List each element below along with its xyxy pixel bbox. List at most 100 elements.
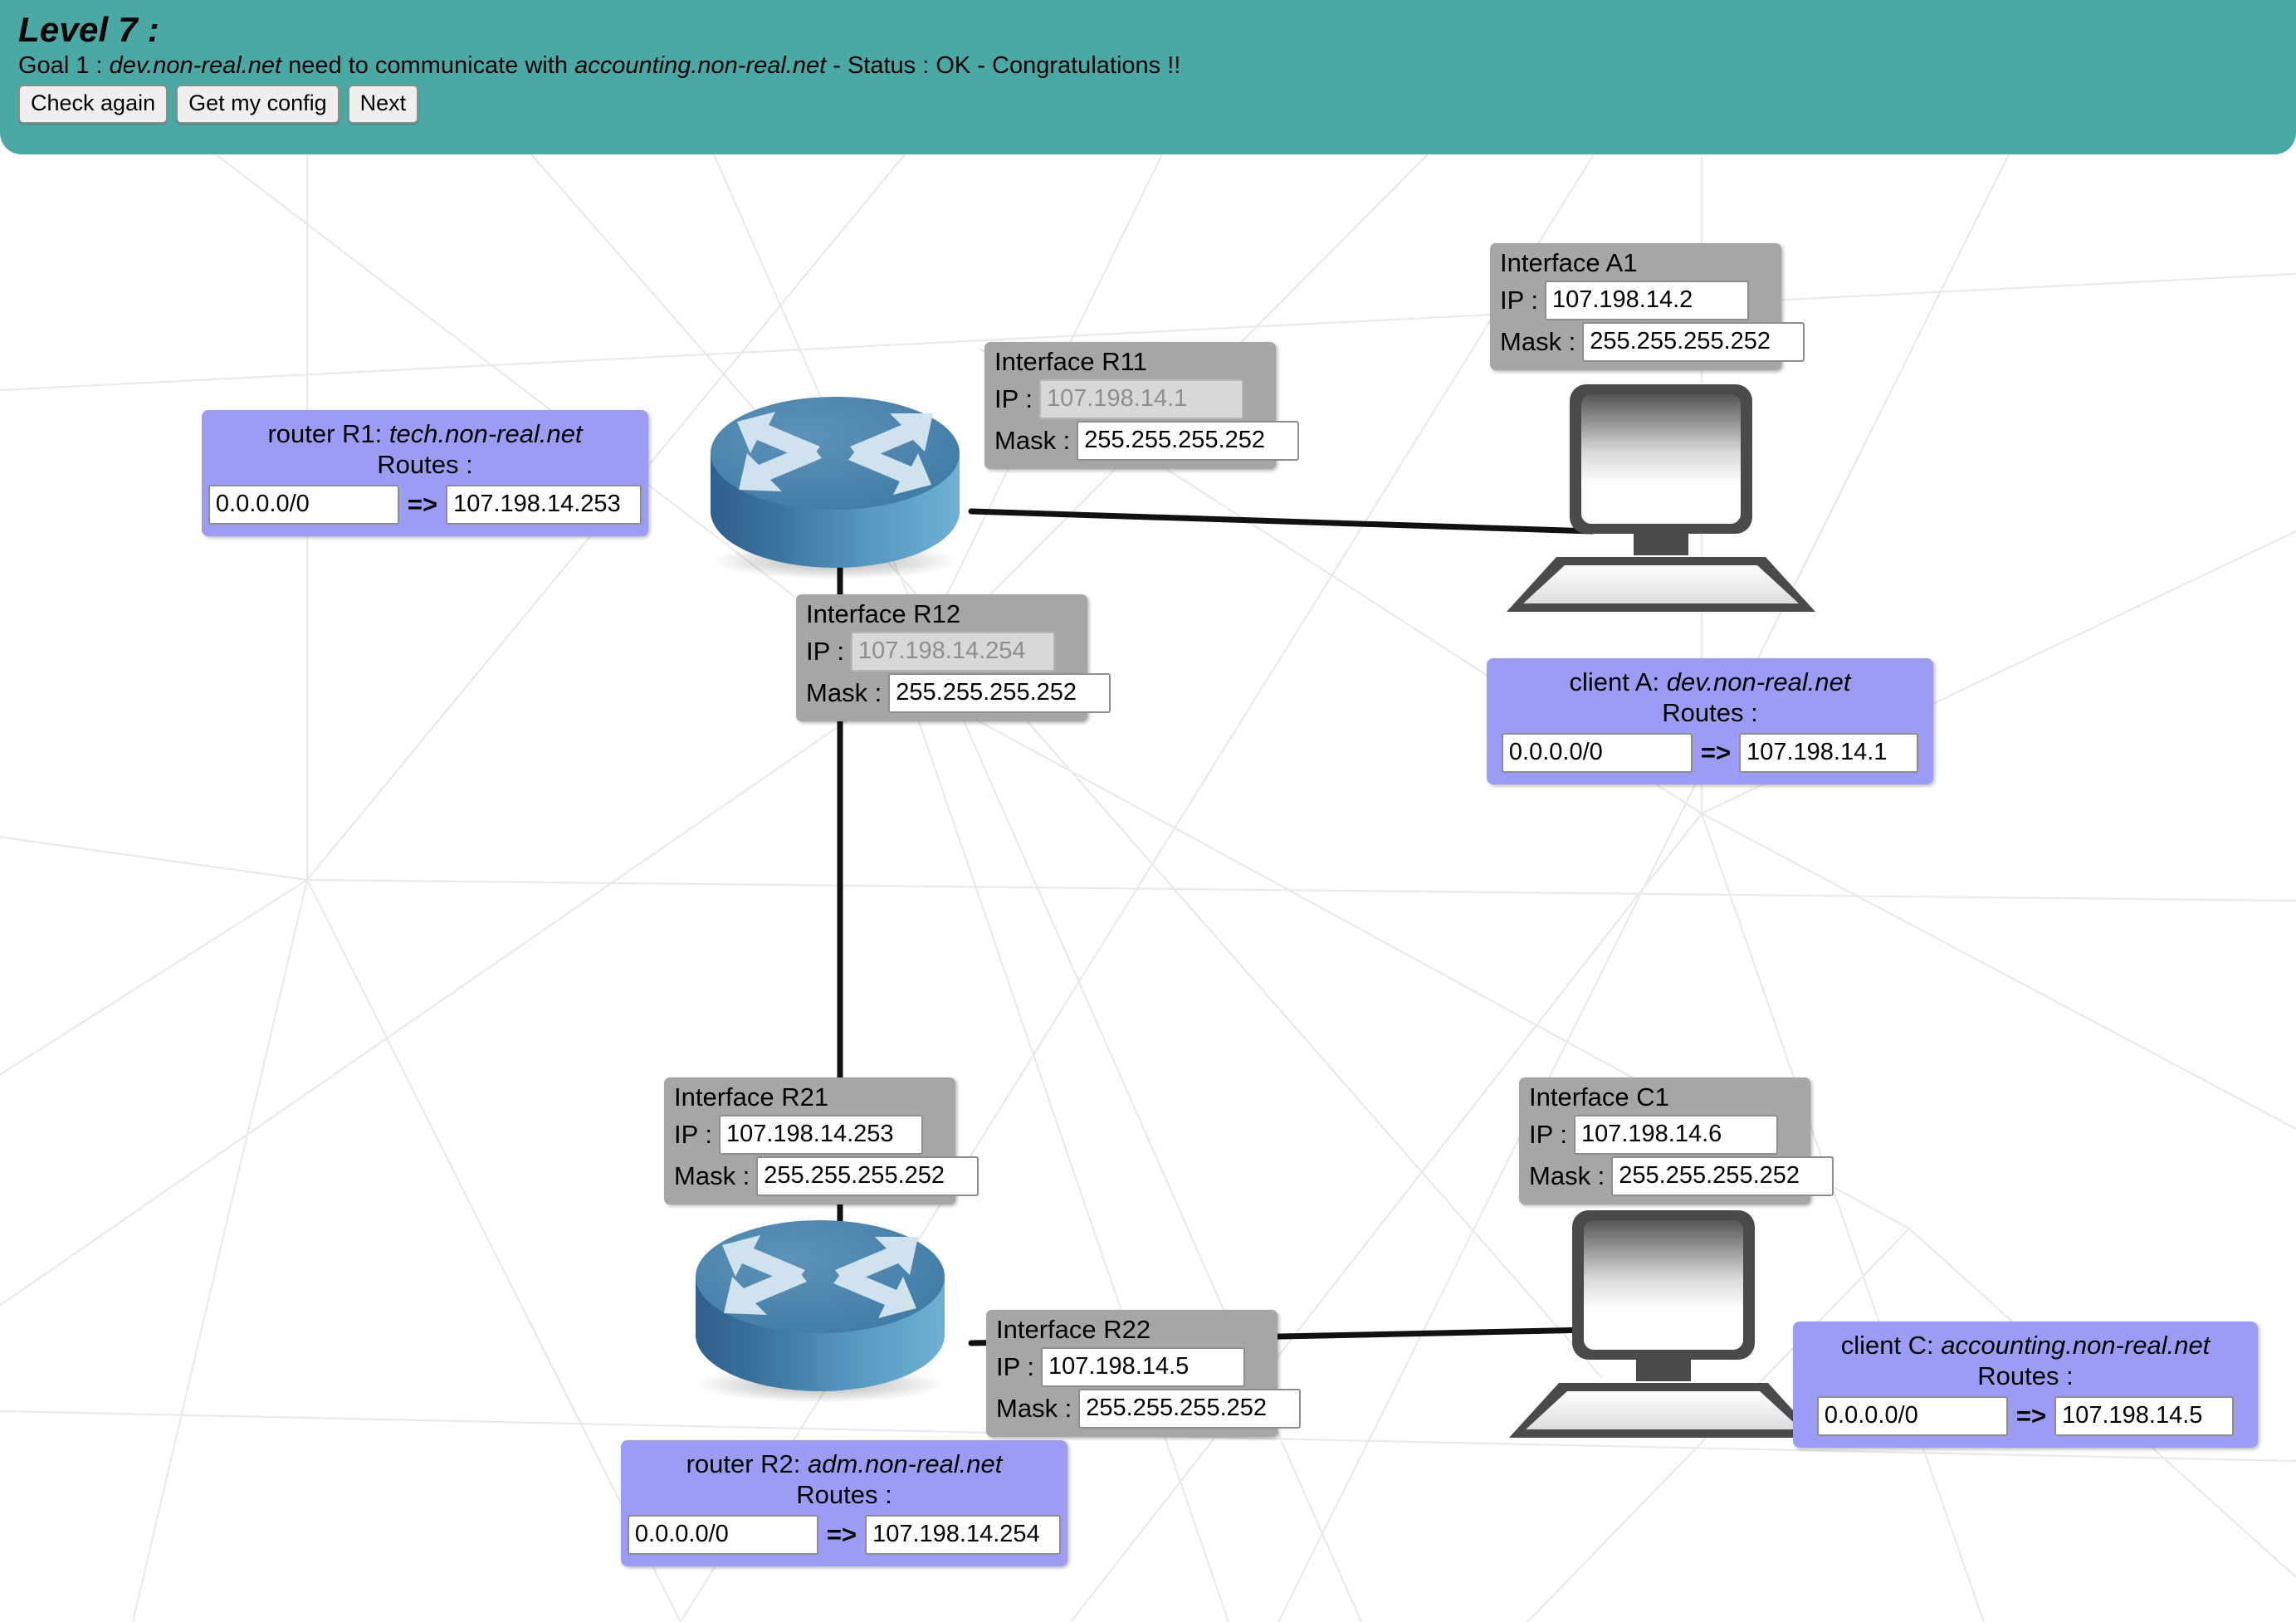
route-box-router-r1: router R1: tech.non-real.net Routes : => xyxy=(202,410,648,537)
router-r1-title: router R1: tech.non-real.net xyxy=(213,418,637,449)
interface-box-r11: Interface R11 IP : Mask : xyxy=(984,342,1300,469)
route-arrow-icon: => xyxy=(2015,1401,2047,1431)
mask-label: Mask : xyxy=(994,425,1071,455)
route-destination-input[interactable] xyxy=(1501,733,1693,774)
mask-input[interactable] xyxy=(1077,420,1300,461)
ip-input[interactable] xyxy=(1040,1346,1245,1387)
interface-mask-row: Mask : xyxy=(1529,1155,1834,1196)
ip-label: IP : xyxy=(806,636,844,666)
mask-label: Mask : xyxy=(996,1393,1072,1423)
mask-label: Mask : xyxy=(1529,1160,1605,1190)
interface-mask-row: Mask : xyxy=(806,672,1111,713)
router-r2-label: router R2: xyxy=(686,1449,808,1478)
interface-ip-row: IP : xyxy=(996,1346,1268,1387)
router-icon[interactable] xyxy=(687,1197,953,1405)
interface-title: Interface A1 xyxy=(1500,248,1638,277)
client-c-node[interactable] xyxy=(1509,1204,1833,1449)
routes-label: Routes : xyxy=(1977,1361,2074,1391)
ip-label: IP : xyxy=(996,1351,1034,1381)
routes-label: Routes : xyxy=(1662,698,1758,728)
mask-input[interactable] xyxy=(1611,1155,1834,1196)
goal-prefix: Goal 1 : xyxy=(18,52,110,80)
ip-input[interactable] xyxy=(1544,280,1749,320)
desktop-computer-icon[interactable] xyxy=(1509,1204,1833,1444)
router-r2-title: router R2: adm.non-real.net xyxy=(633,1449,1056,1479)
interface-mask-row: Mask : xyxy=(674,1155,979,1196)
header-button-row: Check again Get my config Next xyxy=(18,85,2296,125)
ip-input[interactable] xyxy=(718,1114,923,1155)
ip-input[interactable] xyxy=(1573,1114,1778,1155)
route-gateway-input[interactable] xyxy=(1739,733,1919,774)
mask-label: Mask : xyxy=(674,1160,750,1190)
goal-host-target: accounting.non-real.net xyxy=(574,52,827,80)
level-header-bar: Level 7 : Goal 1 : dev.non-real.net need… xyxy=(0,0,2296,154)
router-icon[interactable] xyxy=(702,374,968,581)
route-destination-input[interactable] xyxy=(627,1515,818,1556)
routes-label: Routes : xyxy=(377,450,473,480)
ip-label: IP : xyxy=(1500,285,1538,315)
client-a-title: client A: dev.non-real.net xyxy=(1498,667,1922,697)
interface-mask-row: Mask : xyxy=(1500,321,1805,362)
route-box-client-a: client A: dev.non-real.net Routes : => xyxy=(1487,658,1933,785)
client-a-label: client A: xyxy=(1569,667,1667,696)
client-a-node[interactable] xyxy=(1507,378,1830,623)
desktop-computer-icon[interactable] xyxy=(1507,378,1830,618)
route-box-router-r2: router R2: adm.non-real.net Routes : => xyxy=(621,1440,1067,1567)
client-c-title: client C: accounting.non-real.net xyxy=(1805,1330,2246,1361)
route-gateway-input[interactable] xyxy=(446,485,642,525)
client-a-hostname: dev.non-real.net xyxy=(1666,667,1851,696)
interface-box-r12: Interface R12 IP : Mask : xyxy=(796,594,1111,721)
router-r1-node[interactable] xyxy=(702,374,968,585)
ip-label: IP : xyxy=(994,384,1033,413)
ip-input[interactable] xyxy=(1038,379,1243,419)
interface-ip-row: IP : xyxy=(994,379,1266,419)
mask-input[interactable] xyxy=(1582,321,1805,362)
routes-label: Routes : xyxy=(796,1480,892,1510)
ip-label: IP : xyxy=(674,1119,712,1149)
route-box-client-c: client C: accounting.non-real.net Routes… xyxy=(1793,1322,2258,1449)
mask-input[interactable] xyxy=(756,1155,979,1196)
page-title: Level 7 : xyxy=(18,10,159,49)
check-again-button[interactable]: Check again xyxy=(18,85,169,125)
client-c-label: client C: xyxy=(1840,1331,1942,1360)
route-arrow-icon: => xyxy=(407,490,438,520)
goal-host-source: dev.non-real.net xyxy=(109,52,282,80)
router-r2-node[interactable] xyxy=(687,1197,953,1409)
interface-box-r21: Interface R21 IP : Mask : xyxy=(664,1077,979,1204)
interface-ip-row: IP : xyxy=(1529,1114,1800,1155)
interface-mask-row: Mask : xyxy=(996,1388,1302,1429)
route-destination-input[interactable] xyxy=(208,485,399,525)
route-gateway-input[interactable] xyxy=(865,1515,1062,1556)
goal-status-text: Goal 1 : dev.non-real.net need to commun… xyxy=(18,51,2296,80)
route-entry-row: => xyxy=(627,1515,1062,1556)
ip-label: IP : xyxy=(1529,1119,1567,1149)
client-c-hostname: accounting.non-real.net xyxy=(1941,1331,2211,1360)
router-r1-label: router R1: xyxy=(267,419,389,448)
mask-input[interactable] xyxy=(1078,1388,1302,1429)
mask-label: Mask : xyxy=(1500,326,1576,356)
router-r2-hostname: adm.non-real.net xyxy=(808,1449,1003,1478)
route-destination-input[interactable] xyxy=(1816,1396,2008,1437)
interface-title: Interface R22 xyxy=(996,1315,1151,1344)
route-entry-row: => xyxy=(208,485,642,525)
goal-status-suffix: - Status : OK - Congratulations !! xyxy=(826,52,1181,80)
route-entry-row: => xyxy=(1498,733,1922,774)
route-entry-row: => xyxy=(1805,1396,2246,1437)
get-my-config-button[interactable]: Get my config xyxy=(176,85,340,125)
ip-input[interactable] xyxy=(850,631,1055,672)
route-gateway-input[interactable] xyxy=(2054,1396,2235,1437)
interface-title: Interface R21 xyxy=(674,1082,829,1111)
interface-ip-row: IP : xyxy=(806,631,1077,672)
goal-middle: need to communicate with xyxy=(281,52,575,80)
link-r11-to-a1 xyxy=(968,508,1595,535)
route-arrow-icon: => xyxy=(826,1520,857,1550)
interface-title: Interface R12 xyxy=(806,599,961,628)
mask-label: Mask : xyxy=(806,677,882,707)
mask-input[interactable] xyxy=(888,672,1111,713)
next-button[interactable]: Next xyxy=(347,85,419,125)
interface-mask-row: Mask : xyxy=(994,420,1300,461)
interface-ip-row: IP : xyxy=(674,1114,945,1155)
router-r1-hostname: tech.non-real.net xyxy=(388,419,583,448)
interface-box-c1: Interface C1 IP : Mask : xyxy=(1519,1077,1834,1204)
interface-box-r22: Interface R22 IP : Mask : xyxy=(986,1310,1302,1437)
